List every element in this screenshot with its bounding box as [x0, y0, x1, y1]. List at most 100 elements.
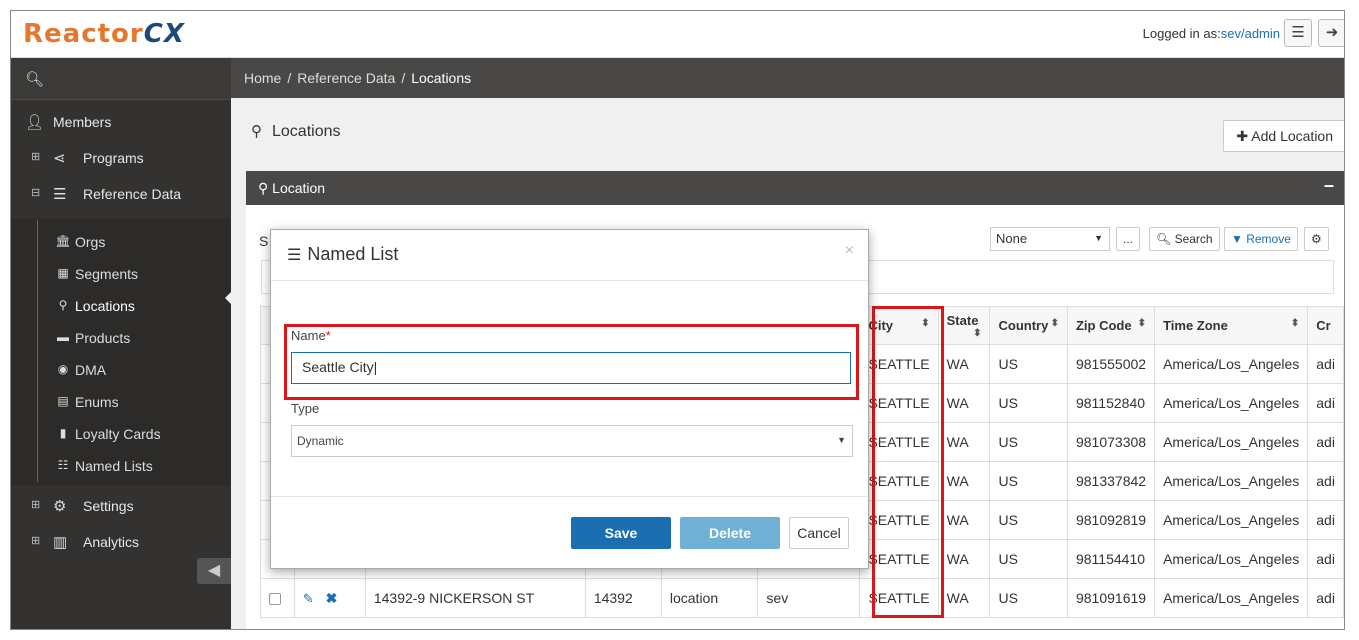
plus-icon: ✚ — [1236, 128, 1252, 144]
sort-icon[interactable]: ⬍ — [1138, 318, 1146, 329]
col-header-created[interactable]: Cr — [1307, 306, 1344, 345]
name-input[interactable]: Seattle City| — [291, 352, 851, 384]
sidebar: 🔍︎ 👤︎ Members ⊞ ⋖ Programs ⊟ ☰ Reference… — [11, 58, 232, 629]
save-button[interactable]: Save — [571, 517, 671, 549]
cell-timezone: America/Los_Angeles — [1154, 422, 1309, 462]
pencil-icon[interactable]: ✎ — [303, 591, 314, 606]
arrow-left-circle-icon: ◀ — [207, 562, 221, 579]
breadcrumb-separator: / — [401, 70, 406, 86]
map-pin-icon: ⚲ — [58, 298, 68, 312]
chevron-down-icon: ▼ — [1094, 233, 1103, 243]
collapse-icon[interactable]: ⊟ — [31, 186, 40, 199]
ellipsis-label: ... — [1123, 232, 1134, 246]
cell-created: adi — [1307, 500, 1344, 540]
sidebar-item-members[interactable]: 👤︎ Members — [11, 104, 231, 140]
sidebar-item-programs[interactable]: ⊞ ⋖ Programs — [11, 140, 231, 176]
sidebar-item-label: Programs — [83, 150, 144, 166]
sidebar-item-orgs[interactable]: 🏛︎ Orgs — [11, 226, 231, 258]
cell-state: WA — [937, 578, 991, 618]
settings-button[interactable]: ⚙ — [1304, 227, 1329, 251]
sidebar-item-label: DMA — [75, 362, 107, 378]
cell-zip: 981555002 — [1066, 344, 1156, 384]
cell-state: WA — [937, 500, 991, 540]
expand-icon[interactable]: ⊞ — [31, 150, 40, 163]
cell-zip: 981092819 — [1066, 500, 1156, 540]
sidebar-item-analytics[interactable]: ⊞ ▥ Analytics — [11, 524, 231, 560]
cell-timezone: America/Los_Angeles — [1154, 344, 1309, 384]
cell-state: WA — [937, 539, 991, 579]
sidebar-item-segments[interactable]: ▦ Segments — [11, 258, 231, 290]
name-input-value: Seattle City — [302, 359, 374, 375]
table-row[interactable]: ✎ ✖ 14392-9 NICKERSON ST 14392 location s… — [260, 578, 1344, 618]
sidebar-item-label: Members — [53, 114, 112, 130]
sidebar-search[interactable]: 🔍︎ — [11, 58, 231, 100]
user-icon: 👤︎ — [25, 114, 45, 131]
logged-in-info: Logged in as:sev/admin — [1143, 26, 1280, 41]
type-label: Type — [291, 401, 320, 416]
list-icon: ☰ — [53, 186, 67, 203]
cell-country: US — [989, 500, 1068, 540]
sidebar-item-loyalty-cards[interactable]: ▮ Loyalty Cards — [11, 418, 231, 450]
add-location-button[interactable]: ✚ Add Location — [1223, 120, 1344, 152]
grid-icon: ▦ — [57, 266, 69, 280]
minimize-button[interactable]: – — [1324, 175, 1334, 196]
sidebar-item-label: Named Lists — [75, 458, 153, 474]
expand-icon[interactable]: ⊞ — [31, 498, 40, 511]
filter-select[interactable]: None ▼ — [990, 227, 1110, 251]
cell-country: US — [989, 383, 1068, 423]
delete-button[interactable]: Delete — [680, 517, 780, 549]
sidebar-item-label: Enums — [75, 394, 119, 410]
header-label: Cr — [1316, 318, 1331, 333]
col-header-timezone[interactable]: Time Zone ⬍ — [1154, 306, 1309, 345]
logout-button[interactable]: ➜ — [1318, 19, 1344, 47]
type-select[interactable]: Dynamic ▼ — [291, 425, 853, 457]
modal-header: ☰ Named List — [271, 230, 868, 281]
logo[interactable]: ReactorCX — [23, 19, 185, 49]
sidebar-item-label: Segments — [75, 266, 139, 282]
cell-zip: 981152840 — [1066, 383, 1156, 423]
logo-text: Reactor — [23, 19, 144, 49]
cell-created: adi — [1307, 422, 1344, 462]
header-label: State — [946, 312, 979, 328]
list-ul-icon: ☷ — [57, 458, 69, 472]
map-pin-icon: ⚲ — [258, 180, 273, 196]
sidebar-item-enums[interactable]: ▤ Enums — [11, 386, 231, 418]
breadcrumb-reference-data[interactable]: Reference Data — [297, 70, 395, 86]
cell-zip: 981091619 — [1066, 578, 1156, 618]
delete-icon[interactable]: ✖ — [326, 590, 338, 606]
sidebar-item-dma[interactable]: ◉ DMA — [11, 354, 231, 386]
close-icon[interactable]: × — [845, 242, 854, 260]
sidebar-item-settings[interactable]: ⊞ ⚙ Settings — [11, 488, 231, 524]
app-window: ReactorCX Logged in as:sev/admin ☰ ➜ 🔍︎ … — [10, 10, 1345, 630]
briefcase-icon: ▬ — [57, 330, 69, 344]
named-list-modal: ☰ Named List × Name* Seattle City| Type D… — [270, 229, 869, 569]
share-icon: ⋖ — [53, 150, 66, 167]
sort-icon[interactable]: ⬍ — [973, 328, 981, 339]
expand-icon[interactable]: ⊞ — [31, 534, 40, 547]
menu-button[interactable]: ☰ — [1284, 19, 1312, 47]
col-header-country[interactable]: Country ⬍ — [989, 306, 1068, 345]
sidebar-item-named-lists[interactable]: ☷ Named Lists — [11, 450, 231, 482]
search-button[interactable]: 🔍︎ Search — [1149, 227, 1220, 251]
sidebar-item-reference-data[interactable]: ⊟ ☰ Reference Data — [11, 176, 231, 212]
sidebar-item-locations[interactable]: ⚲ Locations — [11, 290, 231, 322]
sort-icon[interactable]: ⬍ — [1051, 318, 1059, 329]
remove-filter-button[interactable]: ▼ Remove — [1224, 227, 1298, 251]
cell-country: US — [989, 461, 1068, 501]
logged-in-user-link[interactable]: sev/admin — [1221, 26, 1280, 41]
ellipsis-button[interactable]: ... — [1116, 227, 1141, 251]
cell-created: adi — [1307, 344, 1344, 384]
collapse-sidebar-button[interactable]: ◀ — [197, 558, 231, 584]
row-checkbox[interactable] — [269, 593, 281, 606]
filter-icon: ▼ — [1231, 232, 1247, 246]
logo-cx-text: CX — [143, 19, 185, 49]
breadcrumb-home[interactable]: Home — [244, 70, 281, 86]
breadcrumb-current: Locations — [411, 70, 472, 86]
col-header-state[interactable]: State ⬍ — [937, 306, 991, 345]
modal-title: Named List — [307, 244, 399, 264]
cell-timezone: America/Los_Angeles — [1154, 383, 1309, 423]
cancel-button[interactable]: Cancel — [789, 517, 849, 549]
sidebar-item-products[interactable]: ▬ Products — [11, 322, 231, 354]
col-header-zip[interactable]: Zip Code ⬍ — [1066, 306, 1156, 345]
sort-icon[interactable]: ⬍ — [1291, 318, 1299, 329]
